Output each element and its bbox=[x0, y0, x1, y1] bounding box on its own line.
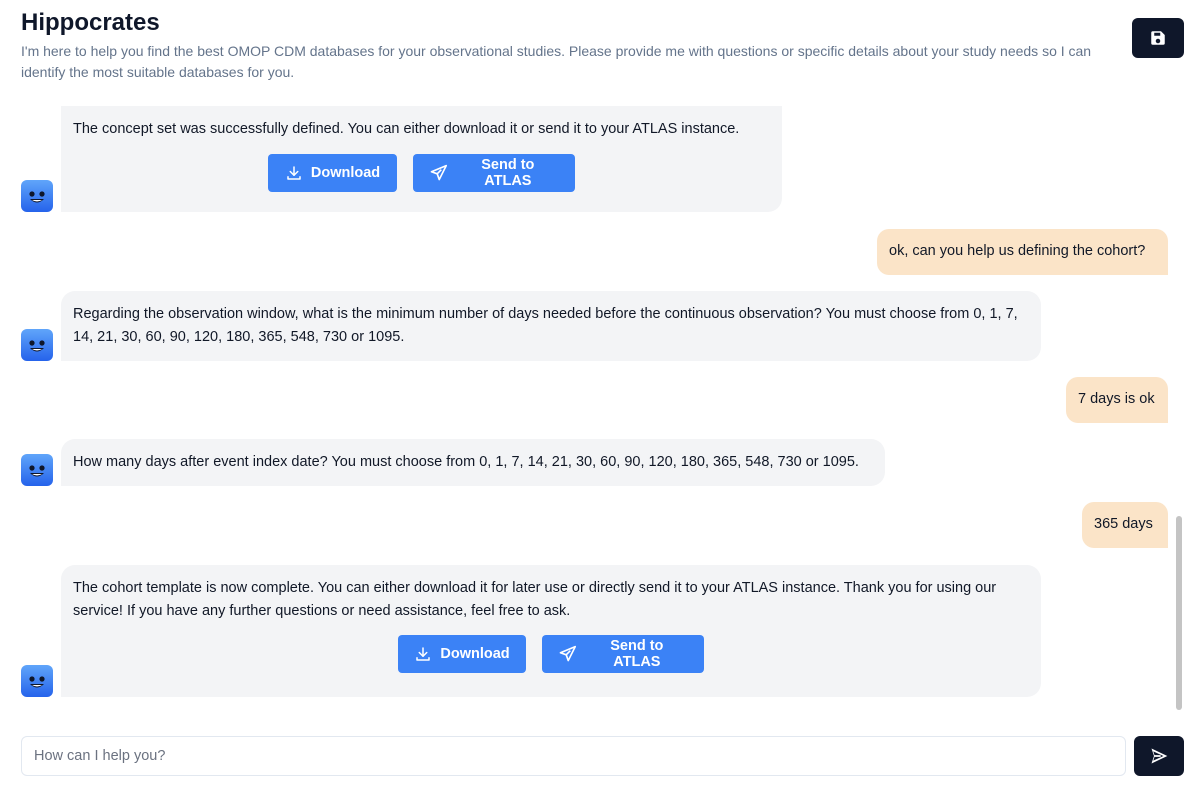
message-text: The concept set was successfully defined… bbox=[73, 121, 740, 137]
download-icon bbox=[287, 166, 301, 180]
save-icon bbox=[1151, 31, 1165, 45]
message-actions: Download Send to ATLAS bbox=[73, 635, 1029, 673]
page-title: Hippocrates bbox=[21, 9, 160, 36]
save-button[interactable] bbox=[1132, 18, 1184, 58]
user-message: 365 days bbox=[1082, 502, 1168, 548]
message-text: 7 days is ok bbox=[1078, 391, 1155, 407]
assistant-avatar bbox=[21, 454, 53, 486]
download-icon bbox=[416, 647, 431, 661]
paper-plane-icon bbox=[559, 645, 577, 662]
header: Hippocrates I'm here to help you find th… bbox=[21, 8, 1131, 83]
assistant-message: How many days after event index date? Yo… bbox=[61, 439, 885, 486]
message-text: How many days after event index date? Yo… bbox=[73, 454, 859, 470]
send-icon bbox=[1151, 748, 1168, 764]
download-label: Download bbox=[310, 165, 381, 181]
assistant-avatar bbox=[21, 665, 53, 697]
message-text: 365 days bbox=[1094, 516, 1153, 532]
smiley-icon bbox=[29, 191, 45, 203]
assistant-avatar bbox=[21, 329, 53, 361]
paper-plane-icon bbox=[430, 164, 448, 181]
assistant-message: The cohort template is now complete. You… bbox=[61, 565, 1041, 697]
download-button[interactable]: Download bbox=[268, 154, 397, 192]
smiley-icon bbox=[29, 340, 45, 352]
message-input-wrapper bbox=[21, 736, 1126, 776]
assistant-avatar bbox=[21, 180, 53, 212]
send-to-atlas-button[interactable]: Send to ATLAS bbox=[413, 154, 575, 192]
download-button[interactable]: Download bbox=[398, 635, 526, 673]
smiley-icon bbox=[29, 676, 45, 688]
chat-scrollbar[interactable] bbox=[1176, 516, 1182, 710]
user-message: ok, can you help us defining the cohort? bbox=[877, 229, 1168, 275]
user-message: 7 days is ok bbox=[1066, 377, 1168, 423]
send-to-atlas-label: Send to ATLAS bbox=[610, 638, 664, 670]
send-to-atlas-button[interactable]: Send to ATLAS bbox=[542, 635, 704, 673]
smiley-icon bbox=[29, 465, 45, 477]
message-input[interactable] bbox=[22, 737, 1125, 775]
assistant-message: Regarding the observation window, what i… bbox=[61, 291, 1041, 361]
send-button[interactable] bbox=[1134, 736, 1184, 776]
assistant-message: The concept set was successfully defined… bbox=[61, 106, 782, 212]
message-text: ok, can you help us defining the cohort? bbox=[889, 243, 1146, 259]
download-label: Download bbox=[440, 646, 510, 662]
chat-messages[interactable]: The concept set was successfully defined… bbox=[0, 90, 1203, 720]
message-text: Regarding the observation window, what i… bbox=[73, 306, 1018, 345]
message-actions: Download Send to ATLAS bbox=[73, 154, 770, 192]
message-text: The cohort template is now complete. You… bbox=[73, 580, 997, 619]
page-subtitle: I'm here to help you find the best OMOP … bbox=[21, 43, 1092, 80]
send-to-atlas-label: Send to ATLAS bbox=[481, 157, 535, 189]
